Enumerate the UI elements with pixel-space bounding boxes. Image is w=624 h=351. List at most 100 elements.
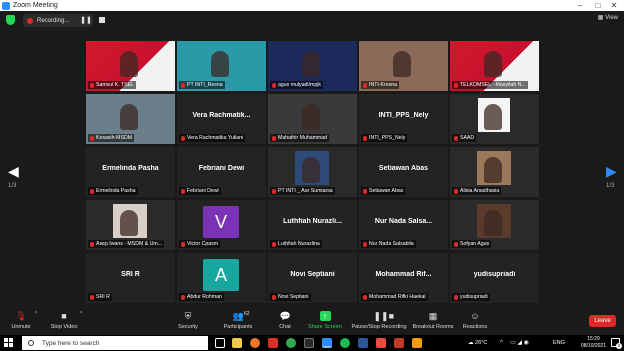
task-view-icon[interactable] <box>215 338 225 348</box>
pause-recording-icon[interactable]: ❚❚ <box>76 14 96 27</box>
person-silhouette <box>120 51 138 77</box>
minimize-button[interactable]: – <box>572 0 588 11</box>
participant-name: Ermelinda Pasha <box>96 188 136 194</box>
participant-name-tag: Nur Nada Salsabila <box>361 240 416 248</box>
participant-tile[interactable]: Setiawan Abas Setiawan Abas <box>359 147 448 197</box>
participant-name: INTI-Kresna <box>369 82 397 88</box>
participant-tile[interactable]: A Abdur Rohman <box>177 253 266 303</box>
participant-tile[interactable]: Ermelinda Pasha Ermelinda Pasha <box>86 147 175 197</box>
leave-button[interactable]: Leave <box>589 315 616 327</box>
language-indicator[interactable]: ENG <box>553 335 565 351</box>
muted-mic-icon <box>363 135 367 141</box>
breakout-rooms-label: Breakout Rooms <box>412 324 454 330</box>
participant-tile[interactable]: Vera Rachmatik... Vera Rachmatika Yuliani <box>177 94 266 144</box>
participant-tile[interactable]: INTI_PPS_Nely INTI_PPS_Nely <box>359 94 448 144</box>
participant-tile[interactable]: Nur Nada Salsa... Nur Nada Salsabila <box>359 200 448 250</box>
muted-mic-icon <box>272 188 276 194</box>
participant-name: Alisia Anasthasia <box>460 188 500 194</box>
participant-tile[interactable]: Sofyan Agus <box>450 200 539 250</box>
prev-page-arrow-icon[interactable]: ◀ <box>8 163 19 180</box>
spotify-icon[interactable] <box>340 338 350 348</box>
weather-widget[interactable]: ☁ 26°C <box>468 335 487 351</box>
participant-name-tag: Febriani Dewi <box>179 187 221 195</box>
participant-tile[interactable]: SAAD <box>450 94 539 144</box>
participant-tile[interactable]: Mohammad Rif... Mohammad Rifki Haekal <box>359 253 448 303</box>
participant-tile[interactable]: TELKOMSEL - Masyitah N... <box>450 41 539 91</box>
tray-chevron-icon[interactable]: ^ <box>500 335 503 351</box>
participant-tile[interactable]: Novi Septiani Novi Septiani <box>268 253 357 303</box>
participant-tile[interactable]: PT INTI_Resna <box>177 41 266 91</box>
view-button[interactable]: ▦ View <box>598 14 618 21</box>
participant-tile[interactable]: Mahathir Muhammad <box>268 94 357 144</box>
participant-tile[interactable]: Kosasih-MSDM <box>86 94 175 144</box>
participant-name-tag: Luthfiah Nurazlina <box>270 240 322 248</box>
tray-icons[interactable]: ▭ ◢ ◉ <box>510 335 529 351</box>
participant-tile[interactable]: Samsul K. TSEL <box>86 41 175 91</box>
app-icon[interactable] <box>304 338 314 348</box>
reactions-button[interactable]: ☺ Reactions <box>462 307 488 335</box>
windows-start-icon[interactable] <box>4 338 14 348</box>
share-screen-label: Share Screen <box>308 324 342 330</box>
security-shield-icon[interactable] <box>6 15 15 25</box>
participant-tile[interactable]: INTI-Kresna <box>359 41 448 91</box>
window-title: Zoom Meeting <box>13 2 58 9</box>
close-button[interactable]: ✕ <box>606 0 622 11</box>
participants-label: Participants <box>223 324 253 330</box>
audio-options-caret-icon[interactable]: ^ <box>35 311 37 317</box>
participants-button[interactable]: 👥 Participants 62 <box>222 307 254 335</box>
participant-name-tag: Victor Cpasm <box>179 240 221 248</box>
chrome-icon[interactable] <box>286 338 296 348</box>
muted-mic-icon <box>272 82 276 88</box>
muted-mic-icon <box>90 135 94 141</box>
share-screen-button[interactable]: ↑ Share Screen <box>308 307 342 335</box>
participant-tile[interactable]: V Victor Cpasm <box>177 200 266 250</box>
muted-mic-icon <box>454 294 458 300</box>
meeting-topbar: Recording... ❚❚ ▦ View <box>0 11 624 30</box>
unmute-button[interactable]: 🎙 Unmute ^ <box>8 307 37 335</box>
participant-tile[interactable]: SRI R SRI R <box>86 253 175 303</box>
avatar-initial: V <box>203 206 239 238</box>
person-silhouette <box>120 104 138 130</box>
participant-tile[interactable]: Asep Iwans - MSDM & Um... <box>86 200 175 250</box>
person-silhouette <box>484 104 502 130</box>
next-page-arrow-icon[interactable]: ▶ <box>606 163 617 180</box>
participants-icon: 👥 <box>232 311 244 321</box>
view-label: View <box>605 15 618 21</box>
zoom-taskbar-icon[interactable] <box>322 338 332 348</box>
security-button[interactable]: ⛨ Security <box>177 307 199 335</box>
taskbar-search-input[interactable]: Type here to search <box>22 336 208 350</box>
stop-recording-icon[interactable] <box>96 14 108 27</box>
stop-video-button[interactable]: ■ Stop Video ^ <box>48 307 83 335</box>
participant-tile[interactable]: Febriani Dewi Febriani Dewi <box>177 147 266 197</box>
participant-tile[interactable]: Luthfiah Nurazli... Luthfiah Nurazlina <box>268 200 357 250</box>
breakout-rooms-icon: ▦ <box>428 311 438 321</box>
participant-name: Nur Nada Salsabila <box>369 241 414 247</box>
participant-display-name: INTI_PPS_Nely <box>378 112 429 119</box>
taskbar-clock[interactable]: 15:29 08/10/2021 <box>581 336 606 350</box>
muted-mic-icon <box>454 135 458 141</box>
participant-tile[interactable]: agus mulyadi/mpjk <box>268 41 357 91</box>
participant-display-name: SRI R <box>121 271 140 278</box>
windows-taskbar: Type here to search ☁ 26°C ^ ▭ ◢ ◉ ENG 1… <box>0 335 624 351</box>
acrobat-icon[interactable] <box>268 338 278 348</box>
participant-name-tag: INTI_PPS_Nely <box>361 134 408 142</box>
vlc-icon[interactable] <box>412 338 422 348</box>
muted-mic-icon <box>181 294 185 300</box>
powerpoint-icon[interactable] <box>394 338 404 348</box>
maximize-button[interactable]: □ <box>590 0 606 11</box>
breakout-rooms-button[interactable]: ▦ Breakout Rooms <box>412 307 454 335</box>
firefox-icon[interactable] <box>250 338 260 348</box>
person-silhouette <box>302 51 320 77</box>
pause-stop-recording-button[interactable]: ❚❚■ Pause/Stop Recording <box>351 307 407 335</box>
participant-name: PT INTI_Resna <box>187 82 223 88</box>
participant-display-name: Febriani Dewi <box>198 165 245 172</box>
pdf-icon[interactable] <box>376 338 386 348</box>
chat-button[interactable]: 💬 Chat <box>276 307 294 335</box>
person-silhouette <box>120 210 138 236</box>
word-icon[interactable] <box>358 338 368 348</box>
video-options-caret-icon[interactable]: ^ <box>80 311 82 317</box>
participant-tile[interactable]: PT INTI _ Aar Sumiarsa <box>268 147 357 197</box>
participant-tile[interactable]: yudisupriadi yudisupriadi <box>450 253 539 303</box>
participant-tile[interactable]: Alisia Anasthasia <box>450 147 539 197</box>
file-explorer-icon[interactable] <box>232 338 242 348</box>
